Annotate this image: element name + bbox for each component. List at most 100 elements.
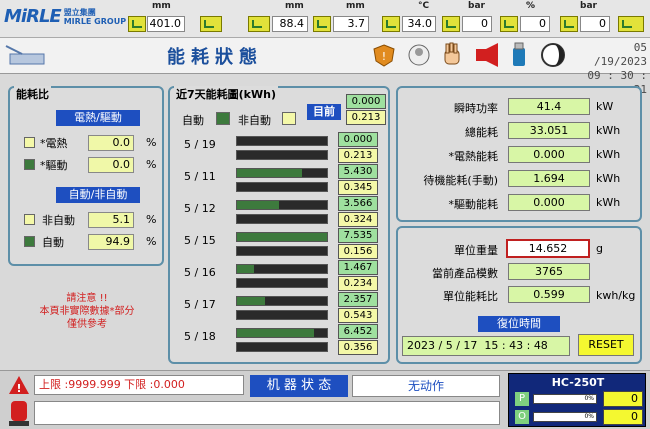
weekly-date: 5 / 18 [184, 330, 216, 343]
manual-ratio-value: 5.1 [88, 212, 134, 228]
energy-ratio-title: 能耗比 [14, 86, 51, 102]
drive-ratio-value: 0.0 [88, 157, 134, 173]
weekly-auto-value: 0.000 [338, 132, 378, 147]
weekly-manual-value: 0.345 [338, 180, 378, 195]
back-pressure-icon [560, 16, 578, 32]
weekly-manual-value: 0.234 [338, 276, 378, 291]
weekly-auto-value: 2.357 [338, 292, 378, 307]
legend-manual-label: 非自動 [238, 114, 271, 127]
weekly-auto-value: 5.430 [338, 164, 378, 179]
weekly-manual-value: 0.156 [338, 244, 378, 259]
current-manual-value: 0.213 [346, 110, 386, 125]
heat-swatch [24, 137, 35, 148]
flow-icon [500, 16, 518, 32]
unit-energy-ratio-unit: kwh/kg [596, 289, 636, 302]
unit-panel: 單位重量 14.652 g 當前產品模數 3765 單位能耗比 0.599 kw… [396, 226, 642, 364]
weekly-auto-bar-fill [237, 233, 327, 241]
power-label: *驅動能耗 [448, 198, 499, 211]
power-label: *電熱能耗 [448, 150, 499, 163]
p-label: P [515, 392, 529, 406]
weekly-auto-value: 3.566 [338, 196, 378, 211]
heat-label: *電熱 [40, 137, 68, 150]
power-value: 33.051 [508, 122, 590, 139]
weekly-auto-value: 6.452 [338, 324, 378, 339]
satellite-icon [5, 45, 45, 65]
alarm-warning-icon: ! [9, 376, 29, 395]
p-progress: 0% [533, 394, 597, 404]
weekly-auto-value: 1.467 [338, 260, 378, 275]
field-3-unit: mm [346, 1, 365, 11]
weekly-manual-bar [236, 278, 328, 288]
legend-auto-label: 自動 [182, 114, 204, 127]
power-unit: kWh [596, 196, 621, 209]
field-4-unit: °C [418, 1, 430, 11]
unit-weight-input[interactable]: 14.652 [506, 239, 590, 258]
svg-text:!: ! [382, 50, 386, 63]
alarm-horn-icon[interactable] [474, 43, 500, 67]
manual-swatch [24, 214, 35, 225]
power-label: 待機能耗(手動) [423, 174, 498, 187]
eject-icon [313, 16, 331, 32]
power-value: 0.000 [508, 194, 590, 211]
weekly-auto-bar-fill [237, 169, 302, 177]
screw-icon [618, 16, 644, 32]
unit-energy-ratio-value: 0.599 [508, 286, 590, 303]
globe-language-icon[interactable] [540, 42, 566, 68]
weekly-auto-bar-fill [237, 201, 280, 209]
heat-ratio-unit: % [146, 136, 157, 149]
unit-weight-label: 單位重量 [454, 244, 498, 257]
mold-icon [200, 16, 222, 32]
top-status-bar: MiRLE 盟立集團 MIRLE GROUP mm 401.0 mm 88.4 mm… [0, 0, 650, 38]
pressure-icon [442, 16, 460, 32]
product-count-label: 當前產品模數 [432, 267, 498, 280]
legend-auto-swatch [216, 112, 230, 125]
o-value: 0 [603, 409, 643, 425]
weekly-auto-bar-fill [237, 329, 315, 337]
field-1-unit: mm [152, 1, 171, 11]
warning-shield-icon[interactable]: ! [372, 43, 396, 67]
weekly-auto-bar [236, 232, 328, 242]
weekly-energy-panel: 近7天能耗圖(kWh) 0.000 目前 0.213 自動 非自動 5 / 19… [168, 86, 390, 364]
usb-icon[interactable] [510, 42, 528, 68]
weekly-auto-bar [236, 200, 328, 210]
field-5-value: 0 [462, 16, 492, 32]
weekly-date: 5 / 17 [184, 298, 216, 311]
manual-ratio-unit: % [146, 213, 157, 226]
drive-label: *驅動 [40, 159, 68, 172]
unit-energy-ratio-label: 單位能耗比 [443, 290, 498, 303]
reset-time-value: 2023 / 5 / 17 15 : 43 : 48 [402, 336, 570, 356]
field-1-value: 401.0 [147, 16, 185, 32]
operator-login-icon[interactable] [407, 43, 431, 67]
weekly-date: 5 / 15 [184, 234, 216, 247]
reset-button[interactable]: RESET [578, 334, 634, 356]
drive-swatch [24, 159, 35, 170]
weekly-manual-value: 0.356 [338, 340, 378, 355]
weekly-manual-bar [236, 342, 328, 352]
field-2-unit: mm [285, 1, 304, 11]
limit-display: 上限 :9999.999 下限 :0.000 [34, 375, 244, 395]
power-unit: kWh [596, 148, 621, 161]
machine-status-value: 无动作 [352, 375, 500, 397]
reset-time-header: 復位時間 [478, 316, 560, 332]
power-value: 41.4 [508, 98, 590, 115]
p-value: 0 [603, 391, 643, 407]
machine-info-panel: HC-250T P 0% 0 O 0% 0 [508, 373, 646, 427]
weekly-manual-value: 0.324 [338, 212, 378, 227]
field-5-unit: bar [468, 1, 485, 11]
weekly-auto-bar [236, 328, 328, 338]
weekly-manual-value: 0.543 [338, 308, 378, 323]
weekly-auto-bar-fill [237, 265, 255, 273]
weekly-auto-value: 7.535 [338, 228, 378, 243]
weekly-auto-bar [236, 264, 328, 274]
machine-status-label: 机 器 状 态 [250, 375, 348, 397]
hand-manual-icon[interactable] [440, 42, 464, 68]
weekly-date: 5 / 19 [184, 138, 216, 151]
machine-model: HC-250T [551, 376, 605, 389]
current-label: 目前 [307, 104, 341, 120]
length-icon [128, 16, 146, 32]
weekly-energy-title: 近7天能耗圖(kWh) [174, 86, 278, 102]
power-unit: kW [596, 100, 614, 113]
weekly-manual-bar [236, 246, 328, 256]
power-label: 總能耗 [465, 126, 498, 139]
weekly-manual-value: 0.213 [338, 148, 378, 163]
